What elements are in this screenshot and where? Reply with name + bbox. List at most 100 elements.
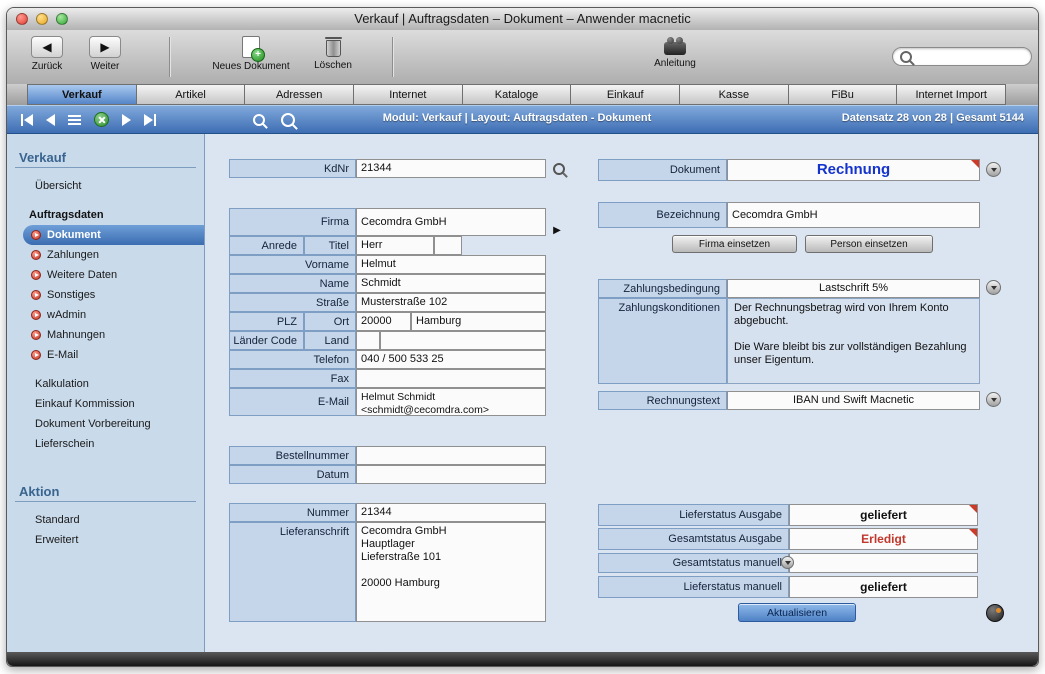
zahlungskonditionen-field[interactable]: Der Rechnungsbetrag wird von Ihrem Konto… [727, 298, 980, 384]
aktualisieren-button[interactable]: Aktualisieren [738, 603, 856, 622]
plz-field[interactable]: 20000 [356, 312, 411, 331]
sidebar-item-label: Erweitert [35, 534, 78, 546]
sidebar-item-wadmin[interactable]: wAdmin [7, 305, 204, 325]
guide-icon [664, 42, 686, 55]
gesamtstatus-manuell-field[interactable] [789, 553, 978, 573]
sidebar-item-label: wAdmin [47, 309, 86, 321]
tab-adressen[interactable]: Adressen [245, 84, 354, 105]
tab-verkauf[interactable]: Verkauf [27, 84, 137, 105]
bezeichnung-field[interactable]: Cecomdra GmbH [727, 202, 980, 228]
strasse-field[interactable]: Musterstraße 102 [356, 293, 546, 312]
land-field[interactable] [380, 331, 546, 350]
sidebar-item-lieferschein[interactable]: Lieferschein [7, 434, 204, 454]
sidebar-item-email[interactable]: E-Mail [7, 345, 204, 365]
new-document-button[interactable]: Neues Dokument [203, 36, 299, 72]
titlebar[interactable]: Verkauf | Auftragsdaten – Dokument – Anw… [7, 8, 1038, 31]
firma-field[interactable]: Cecomdra GmbH [356, 208, 546, 236]
divider [15, 501, 196, 502]
tab-internet-import[interactable]: Internet Import [897, 84, 1006, 105]
firma-einsetzen-button[interactable]: Firma einsetzen [672, 235, 797, 253]
zahlungsbedingung-dropdown-icon[interactable] [986, 280, 1001, 295]
sidebar-item-zahlungen[interactable]: Zahlungen [7, 245, 204, 265]
sidebar-item-mahnungen[interactable]: Mahnungen [7, 325, 204, 345]
dokument-field[interactable]: Rechnung [727, 159, 980, 181]
previous-record-icon[interactable] [46, 114, 55, 126]
sidebar-item-standard[interactable]: Standard [7, 510, 204, 530]
rechnungstext-dropdown-icon[interactable] [986, 392, 1001, 407]
cancel-find-icon[interactable] [94, 112, 109, 127]
anrede-field[interactable]: Herr [356, 236, 434, 255]
kdnr-search-icon[interactable] [553, 162, 565, 180]
tab-fibu[interactable]: FiBu [789, 84, 898, 105]
person-einsetzen-button[interactable]: Person einsetzen [805, 235, 933, 253]
record-arrow-icon [31, 330, 41, 340]
name-field[interactable]: Schmidt [356, 274, 546, 293]
sidebar-item-kalkulation[interactable]: Kalkulation [7, 374, 204, 394]
ort-field[interactable]: Hamburg [411, 312, 546, 331]
firma-detail-arrow-icon[interactable]: ▶ [550, 223, 564, 237]
forward-button[interactable]: ▶ Weiter [79, 36, 131, 72]
search-small-icon[interactable] [253, 113, 265, 131]
lieferstatus-ausgabe-field[interactable]: geliefert [789, 504, 978, 526]
app-window: Verkauf | Auftragsdaten – Dokument – Anw… [6, 7, 1039, 667]
lieferstatus-ausgabe-label: Lieferstatus Ausgabe [598, 504, 789, 526]
next-record-icon[interactable] [122, 114, 131, 126]
record-arrow-icon [31, 350, 41, 360]
plz-label: PLZ [229, 312, 304, 331]
sidebar-item-dokument-vorbereitung[interactable]: Dokument Vorbereitung [7, 414, 204, 434]
guide-button[interactable]: Anleitung [637, 36, 713, 69]
sync-status-icon[interactable] [986, 604, 1004, 622]
lieferanschrift-field[interactable]: Cecomdra GmbH Hauptlager Lieferstraße 10… [356, 522, 546, 622]
list-view-icon[interactable] [68, 115, 81, 125]
zahlungsbedingung-field[interactable]: Lastschrift 5% [727, 279, 980, 298]
search-input[interactable] [892, 47, 1032, 66]
forward-label: Weiter [91, 61, 120, 72]
datum-field[interactable] [356, 465, 546, 484]
record-arrow-icon [31, 290, 41, 300]
sidebar-item-sonstiges[interactable]: Sonstiges [7, 285, 204, 305]
firma-label: Firma [229, 208, 356, 236]
lieferstatus-manuell-field[interactable]: geliefert [789, 576, 978, 598]
sidebar-item-weitere-daten[interactable]: Weitere Daten [7, 265, 204, 285]
bestellnummer-label: Bestellnummer [229, 446, 356, 465]
desktop: Verkauf | Auftragsdaten – Dokument – Anw… [0, 0, 1045, 674]
new-document-icon [242, 36, 260, 58]
email-field[interactable]: Helmut Schmidt <schmidt@cecomdra.com> [356, 388, 546, 416]
sidebar-item-dokument[interactable]: Dokument [23, 225, 204, 245]
titel-field[interactable] [434, 236, 462, 255]
tab-artikel[interactable]: Artikel [137, 84, 246, 105]
gesamtstatus-ausgabe-field[interactable]: Erledigt [789, 528, 978, 550]
nummer-field[interactable]: 21344 [356, 503, 546, 522]
vorname-field[interactable]: Helmut [356, 255, 546, 274]
laender-code-field[interactable] [356, 331, 380, 350]
delete-button[interactable]: Löschen [305, 36, 361, 71]
bezeichnung-label: Bezeichnung [598, 202, 727, 228]
zahlungsbedingung-label: Zahlungsbedingung [598, 279, 727, 298]
rechnungstext-field[interactable]: IBAN und Swift Macnetic [727, 391, 980, 410]
tab-einkauf[interactable]: Einkauf [571, 84, 680, 105]
land-label: Land [304, 331, 356, 350]
trash-icon [326, 40, 341, 57]
telefon-field[interactable]: 040 / 500 533 25 [356, 350, 546, 369]
sidebar-item-einkauf-kommission[interactable]: Einkauf Kommission [7, 394, 204, 414]
module-tabbar: Verkauf Artikel Adressen Internet Katalo… [7, 84, 1038, 105]
sidebar-item-uebersicht[interactable]: Übersicht [7, 176, 204, 196]
bestellnummer-field[interactable] [356, 446, 546, 465]
tab-kataloge[interactable]: Kataloge [463, 84, 572, 105]
module-layout-text: Modul: Verkauf | Layout: Auftragsdaten -… [307, 112, 727, 124]
back-button[interactable]: ◀ Zurück [21, 36, 73, 72]
tab-internet[interactable]: Internet [354, 84, 463, 105]
sidebar-item-erweitert[interactable]: Erweitert [7, 530, 204, 550]
tab-kasse[interactable]: Kasse [680, 84, 789, 105]
sidebar-item-label: Einkauf Kommission [35, 398, 135, 410]
sidebar: Verkauf Übersicht Auftragsdaten Dokument… [7, 134, 205, 652]
fax-field[interactable] [356, 369, 546, 388]
record-navigation [21, 112, 156, 127]
search-large-icon[interactable] [281, 113, 295, 132]
dokument-dropdown-icon[interactable] [986, 162, 1001, 177]
kdnr-field[interactable]: 21344 [356, 159, 546, 178]
sidebar-item-label: Übersicht [35, 180, 81, 192]
first-record-icon[interactable] [21, 114, 33, 126]
gesamtstatus-manuell-dropdown-icon[interactable] [781, 556, 794, 569]
last-record-icon[interactable] [144, 114, 156, 126]
